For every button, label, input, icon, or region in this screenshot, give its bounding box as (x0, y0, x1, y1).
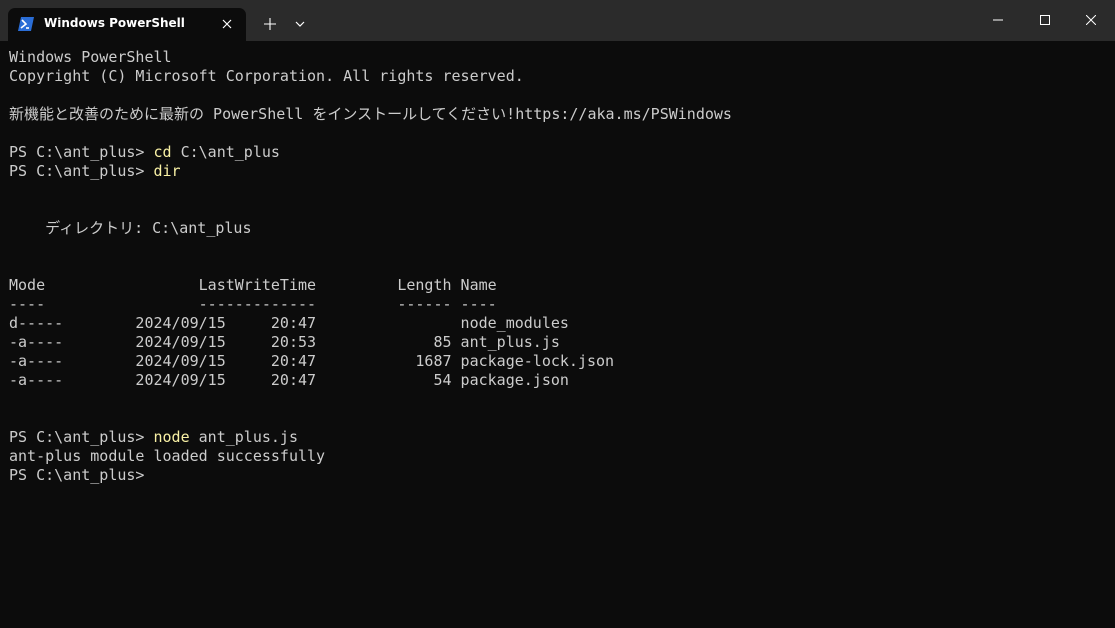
maximize-button[interactable] (1022, 0, 1068, 41)
command-name: node (153, 428, 190, 446)
minimize-button[interactable] (975, 0, 1021, 41)
table-row: -a---- 2024/09/15 20:47 1687 package-loc… (9, 352, 615, 370)
current-prompt-line[interactable]: PS C:\ant_plus> (9, 466, 1109, 485)
close-icon[interactable] (219, 16, 235, 32)
table-header: Mode LastWriteTime Length Name (9, 276, 497, 294)
command-name: cd (153, 143, 172, 161)
prompt: PS C:\ant_plus> (9, 143, 154, 161)
table-row: d----- 2024/09/15 20:47 node_modules (9, 314, 569, 332)
command-output: ant-plus module loaded successfully (9, 447, 326, 465)
prompt: PS C:\ant_plus> (9, 428, 154, 446)
tab-title: Windows PowerShell (44, 16, 185, 30)
close-window-button[interactable] (1068, 0, 1114, 41)
command-line-cd: PS C:\ant_plus> cd C:\ant_plus (9, 143, 1109, 162)
terminal-output[interactable]: Windows PowerShell Copyright (C) Microso… (9, 48, 1109, 618)
prompt: PS C:\ant_plus> (9, 466, 154, 484)
header-line-title: Windows PowerShell (9, 48, 172, 66)
header-line-update: 新機能と改善のために最新の PowerShell をインストールしてください!h… (9, 105, 732, 123)
command-args: C:\ant_plus (171, 143, 280, 161)
powershell-icon (18, 17, 34, 31)
table-rule: ---- ------------- ------ ---- (9, 295, 497, 313)
command-line-node: PS C:\ant_plus> node ant_plus.js (9, 428, 1109, 447)
terminal-window: Windows PowerShell Windows PowerShell Co… (0, 0, 1115, 628)
header-line-copyright: Copyright (C) Microsoft Corporation. All… (9, 67, 524, 85)
close-icon (1086, 15, 1096, 25)
command-name: dir (153, 162, 181, 180)
table-row: -a---- 2024/09/15 20:47 54 package.json (9, 371, 569, 389)
table-row: -a---- 2024/09/15 20:53 85 ant_plus.js (9, 333, 560, 351)
new-tab-button[interactable] (259, 13, 281, 35)
command-args: ant_plus.js (189, 428, 298, 446)
directory-label: ディレクトリ: C:\ant_plus (9, 219, 252, 237)
minimize-icon (993, 19, 1003, 21)
tab-windows-powershell[interactable]: Windows PowerShell (8, 8, 246, 41)
prompt: PS C:\ant_plus> (9, 162, 154, 180)
chevron-down-icon[interactable] (290, 13, 310, 35)
command-line-dir: PS C:\ant_plus> dir (9, 162, 1109, 181)
maximize-icon (1040, 15, 1050, 25)
scrollbar[interactable] (1109, 41, 1115, 628)
title-bar: Windows PowerShell (0, 0, 1115, 41)
